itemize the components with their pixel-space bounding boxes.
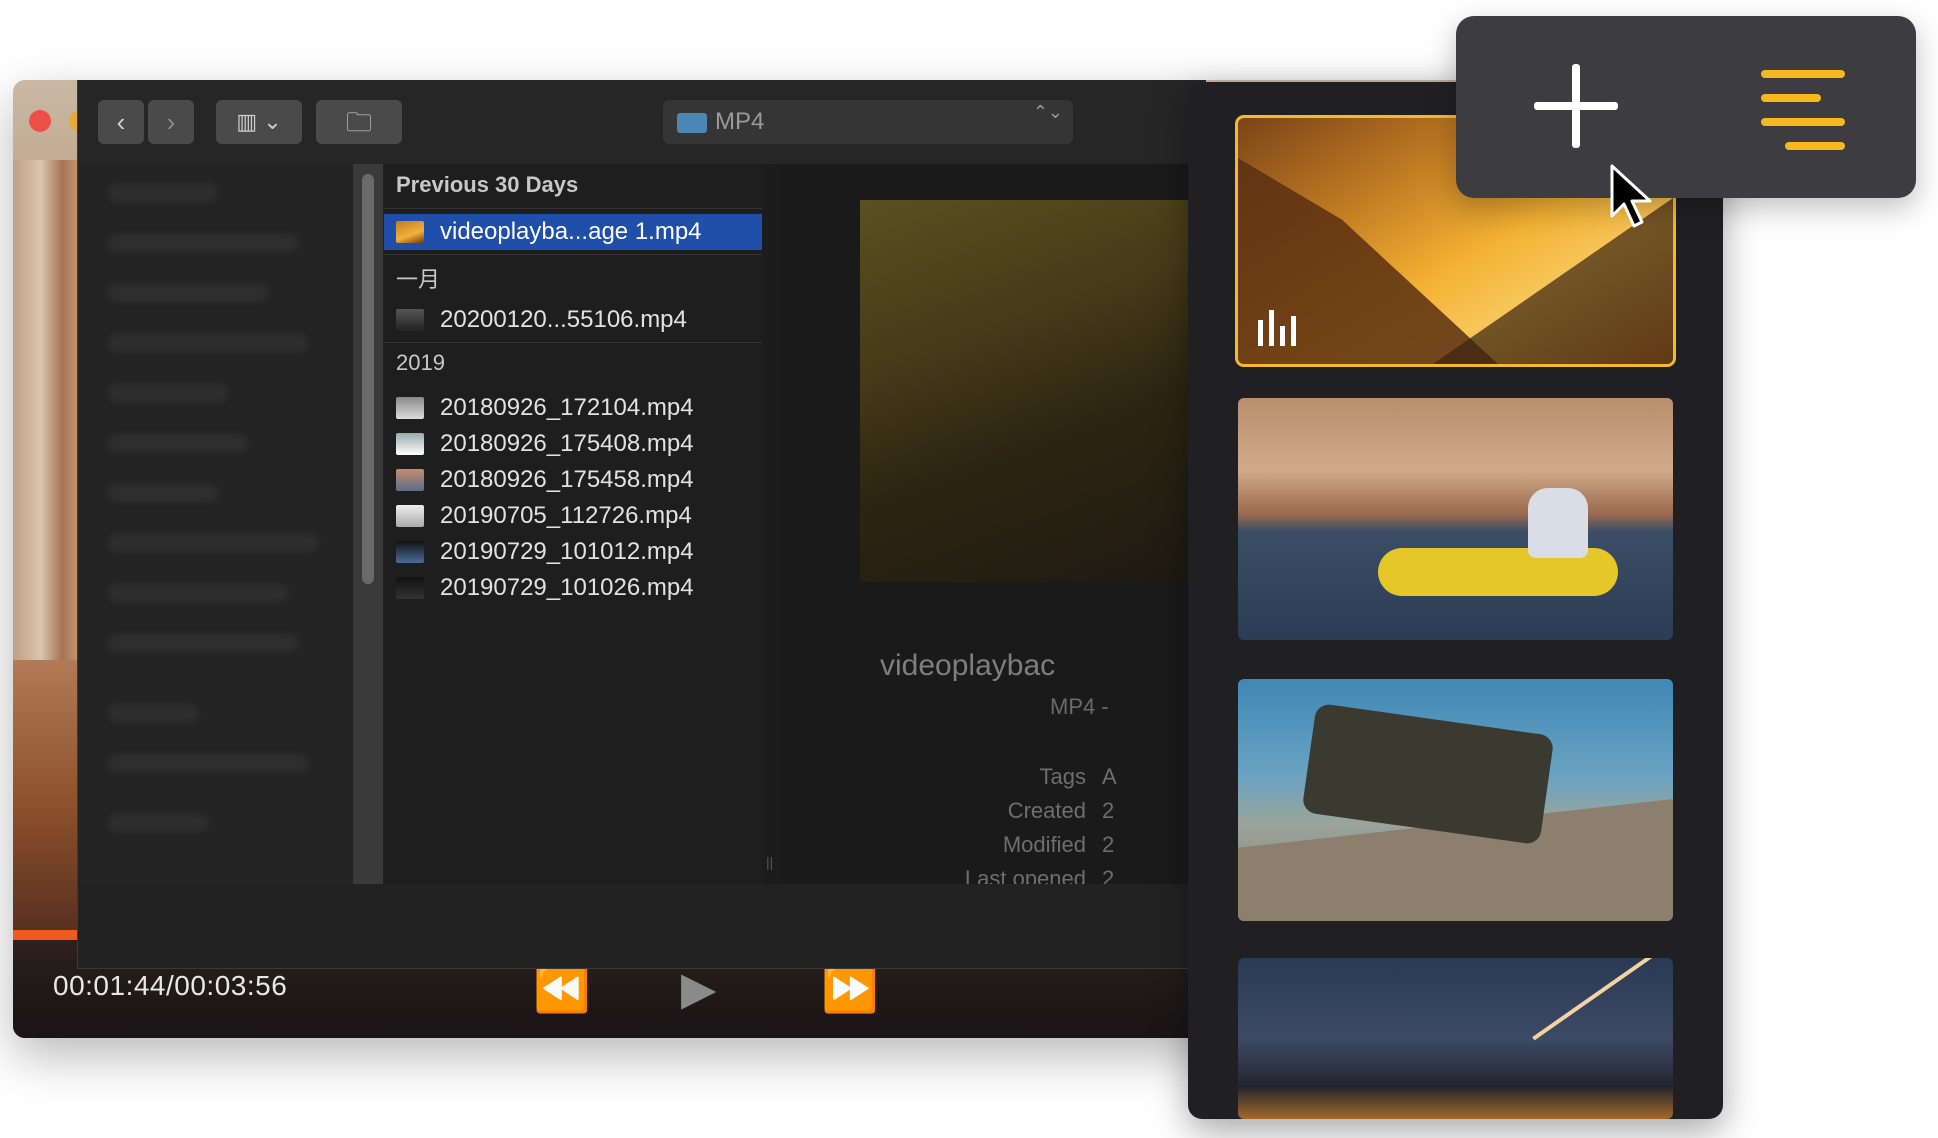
list-icon-line <box>1761 118 1845 126</box>
sidebar-item-blurred[interactable] <box>108 634 298 652</box>
playlist-menu-button[interactable] <box>1761 70 1845 150</box>
file-row-selected[interactable]: videoplayba...age 1.mp4 <box>384 214 762 250</box>
preview-file-name: videoplaybac <box>880 649 1056 682</box>
mouse-cursor-icon <box>1610 164 1652 228</box>
video-thumbnail-icon <box>396 433 424 455</box>
sidebar-item-blurred[interactable] <box>108 384 228 402</box>
video-thumbnail-icon <box>396 221 424 243</box>
add-button[interactable] <box>1534 64 1618 148</box>
sidebar-item-blurred[interactable] <box>108 704 198 722</box>
file-name: 20200120...55106.mp4 <box>440 306 687 333</box>
open-file-dialog: ‹ › ▥ ⌄ 🗀 MP4 ⌃⌄ Previous 30 Days videop <box>77 80 1206 969</box>
playlist-item-jeep[interactable] <box>1238 679 1673 921</box>
location-popup[interactable]: MP4 ⌃⌄ <box>663 100 1073 144</box>
popup-arrows-icon: ⌃⌄ <box>1032 102 1063 122</box>
progress-fill <box>13 930 82 940</box>
playlist-item-night-road[interactable] <box>1238 958 1673 1119</box>
meta-tags-value[interactable]: A <box>1102 764 1117 790</box>
sidebar-item-blurred[interactable] <box>108 434 248 452</box>
video-thumbnail-icon <box>396 469 424 491</box>
sidebar-item-blurred[interactable] <box>108 234 298 252</box>
file-row[interactable]: 20190705_112726.mp4 <box>384 498 762 534</box>
now-playing-icon <box>1258 310 1296 346</box>
light-streak-shape <box>1532 958 1673 1041</box>
file-row[interactable]: 20200120...55106.mp4 <box>384 302 762 338</box>
sidebar-item-blurred[interactable] <box>108 484 218 502</box>
folder-icon <box>677 113 707 133</box>
sidebar-item-blurred[interactable] <box>108 814 208 832</box>
section-header: 2019 <box>396 350 445 375</box>
view-mode-button[interactable]: ▥ ⌄ <box>216 100 302 144</box>
scroll-thumb[interactable] <box>362 174 374 584</box>
file-name: 20180926_175408.mp4 <box>440 430 694 457</box>
jeep-shape <box>1301 702 1555 846</box>
file-row[interactable]: 20180926_175458.mp4 <box>384 462 762 498</box>
play-icon: ▶ <box>681 962 717 1014</box>
back-button[interactable]: ‹ <box>98 100 144 144</box>
file-row[interactable]: 20180926_175408.mp4 <box>384 426 762 462</box>
sidebar-item-blurred[interactable] <box>108 584 288 602</box>
video-thumbnail-icon <box>396 309 424 331</box>
meta-created-label: Created <box>1007 798 1086 823</box>
file-row[interactable]: 20180926_172104.mp4 <box>384 390 762 426</box>
divider <box>384 342 762 343</box>
preview-thumbnail <box>860 200 1206 582</box>
video-thumbnail-icon <box>396 577 424 599</box>
rewind-icon: ⏪ <box>533 962 591 1014</box>
column-resize-handle[interactable]: || <box>762 164 780 884</box>
playlist-panel <box>1188 82 1723 1119</box>
chevron-right-icon: › <box>166 107 176 137</box>
meta-created-value: 2 <box>1102 798 1115 823</box>
section-header: Previous 30 Days <box>396 172 579 197</box>
new-folder-button[interactable]: 🗀 <box>316 100 402 144</box>
file-row[interactable]: 20190729_101026.mp4 <box>384 570 762 606</box>
list-icon-line <box>1761 94 1821 102</box>
dialog-footer <box>78 884 1206 968</box>
sidebar-item-blurred[interactable] <box>108 534 318 552</box>
file-name: 20190705_112726.mp4 <box>440 502 692 529</box>
video-thumbnail-icon <box>396 397 424 419</box>
sidebar-item-blurred[interactable] <box>108 284 268 302</box>
preview-file-type: MP4 - <box>1050 694 1109 719</box>
sidebar-item-blurred[interactable] <box>108 754 308 772</box>
resize-grip-icon: || <box>766 854 774 870</box>
file-name: videoplayba...age 1.mp4 <box>440 218 702 245</box>
meta-modified-value: 2 <box>1102 832 1115 857</box>
fast-forward-icon: ⏩ <box>821 962 879 1014</box>
sidebar-item-blurred[interactable] <box>108 184 218 202</box>
video-frame-water <box>13 660 83 960</box>
meta-last-opened-value: 2 <box>1102 866 1115 884</box>
file-name: 20180926_172104.mp4 <box>440 394 694 421</box>
divider <box>384 208 762 209</box>
timecode: 00:01:44/00:03:56 <box>53 970 288 1001</box>
meta-last-opened-label: Last opened <box>964 866 1086 884</box>
file-list: Previous 30 Days videoplayba...age 1.mp4… <box>384 164 762 884</box>
list-icon <box>1761 70 1845 78</box>
playlist-item-kayak[interactable] <box>1238 398 1673 640</box>
file-name: 20190729_101012.mp4 <box>440 538 694 565</box>
location-label: MP4 <box>715 108 765 135</box>
divider <box>384 254 762 255</box>
paddler-shape <box>1528 488 1588 558</box>
floating-toolbar <box>1456 16 1916 198</box>
forward-button[interactable]: › <box>148 100 194 144</box>
close-window-button[interactable] <box>29 110 51 132</box>
file-name: 20190729_101026.mp4 <box>440 574 694 601</box>
video-thumbnail-icon <box>396 541 424 563</box>
chevron-left-icon: ‹ <box>116 107 126 137</box>
section-header: 一月 <box>396 267 441 292</box>
sidebar <box>78 164 353 884</box>
dialog-toolbar: ‹ › ▥ ⌄ 🗀 MP4 ⌃⌄ <box>78 80 1206 164</box>
file-name: 20180926_175458.mp4 <box>440 466 694 493</box>
meta-modified-label: Modified <box>1002 832 1086 857</box>
file-row[interactable]: 20190729_101012.mp4 <box>384 534 762 570</box>
preview-pane: videoplaybac MP4 - Tags A Created 2 Modi… <box>780 164 1206 884</box>
meta-tags-label: Tags <box>1039 764 1086 789</box>
sidebar-scrollbar[interactable] <box>353 164 383 884</box>
new-folder-icon: 🗀 <box>345 107 372 137</box>
columns-view-icon: ▥ ⌄ <box>236 109 282 134</box>
list-icon-line <box>1785 142 1845 150</box>
sidebar-item-blurred[interactable] <box>108 334 308 352</box>
video-thumbnail-icon <box>396 505 424 527</box>
